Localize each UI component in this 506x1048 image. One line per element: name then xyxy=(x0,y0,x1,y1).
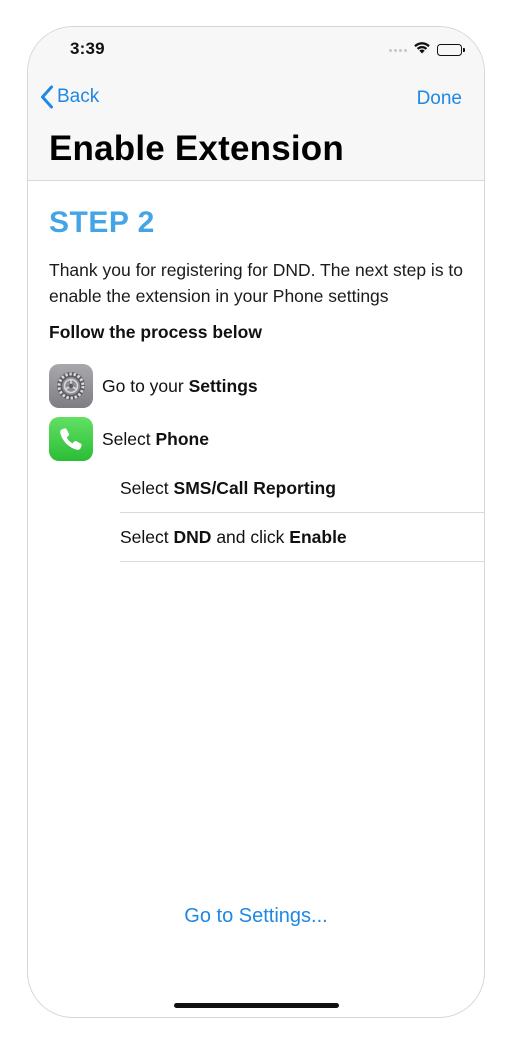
intro-text: Thank you for registering for DND. The n… xyxy=(49,260,464,306)
step-title: STEP 2 xyxy=(49,206,155,239)
wifi-icon xyxy=(413,41,431,59)
home-indicator[interactable] xyxy=(174,1003,339,1008)
chevron-left-icon xyxy=(41,85,53,109)
signal-icon xyxy=(389,48,407,52)
page-title: Enable Extension xyxy=(49,129,344,168)
navigation-header: 3:39 Back Done Enable Extension xyxy=(28,27,484,181)
step-item-settings: Go to your Settings xyxy=(49,364,258,408)
status-icons xyxy=(389,41,465,59)
step-text: Go to your Settings xyxy=(102,375,258,396)
back-button[interactable]: Back xyxy=(40,85,99,109)
settings-app-icon xyxy=(49,364,93,408)
battery-icon xyxy=(437,44,465,56)
go-to-settings-button[interactable]: Go to Settings... xyxy=(28,905,484,928)
status-time: 3:39 xyxy=(70,39,105,58)
phone-screen: 3:39 Back Done Enable Extension STEP 2 T… xyxy=(27,26,485,1018)
sub-step-sms-call-reporting: Select SMS/Call Reporting xyxy=(120,464,484,513)
sub-step-dnd-enable: Select DND and click Enable xyxy=(120,513,484,562)
phone-app-icon xyxy=(49,417,93,461)
back-button-label: Back xyxy=(57,86,100,107)
step-item-phone: Select Phone xyxy=(49,417,209,461)
follow-instructions: Follow the process below xyxy=(49,322,262,342)
step-text: Select Phone xyxy=(102,428,209,449)
done-button[interactable]: Done xyxy=(417,88,462,110)
